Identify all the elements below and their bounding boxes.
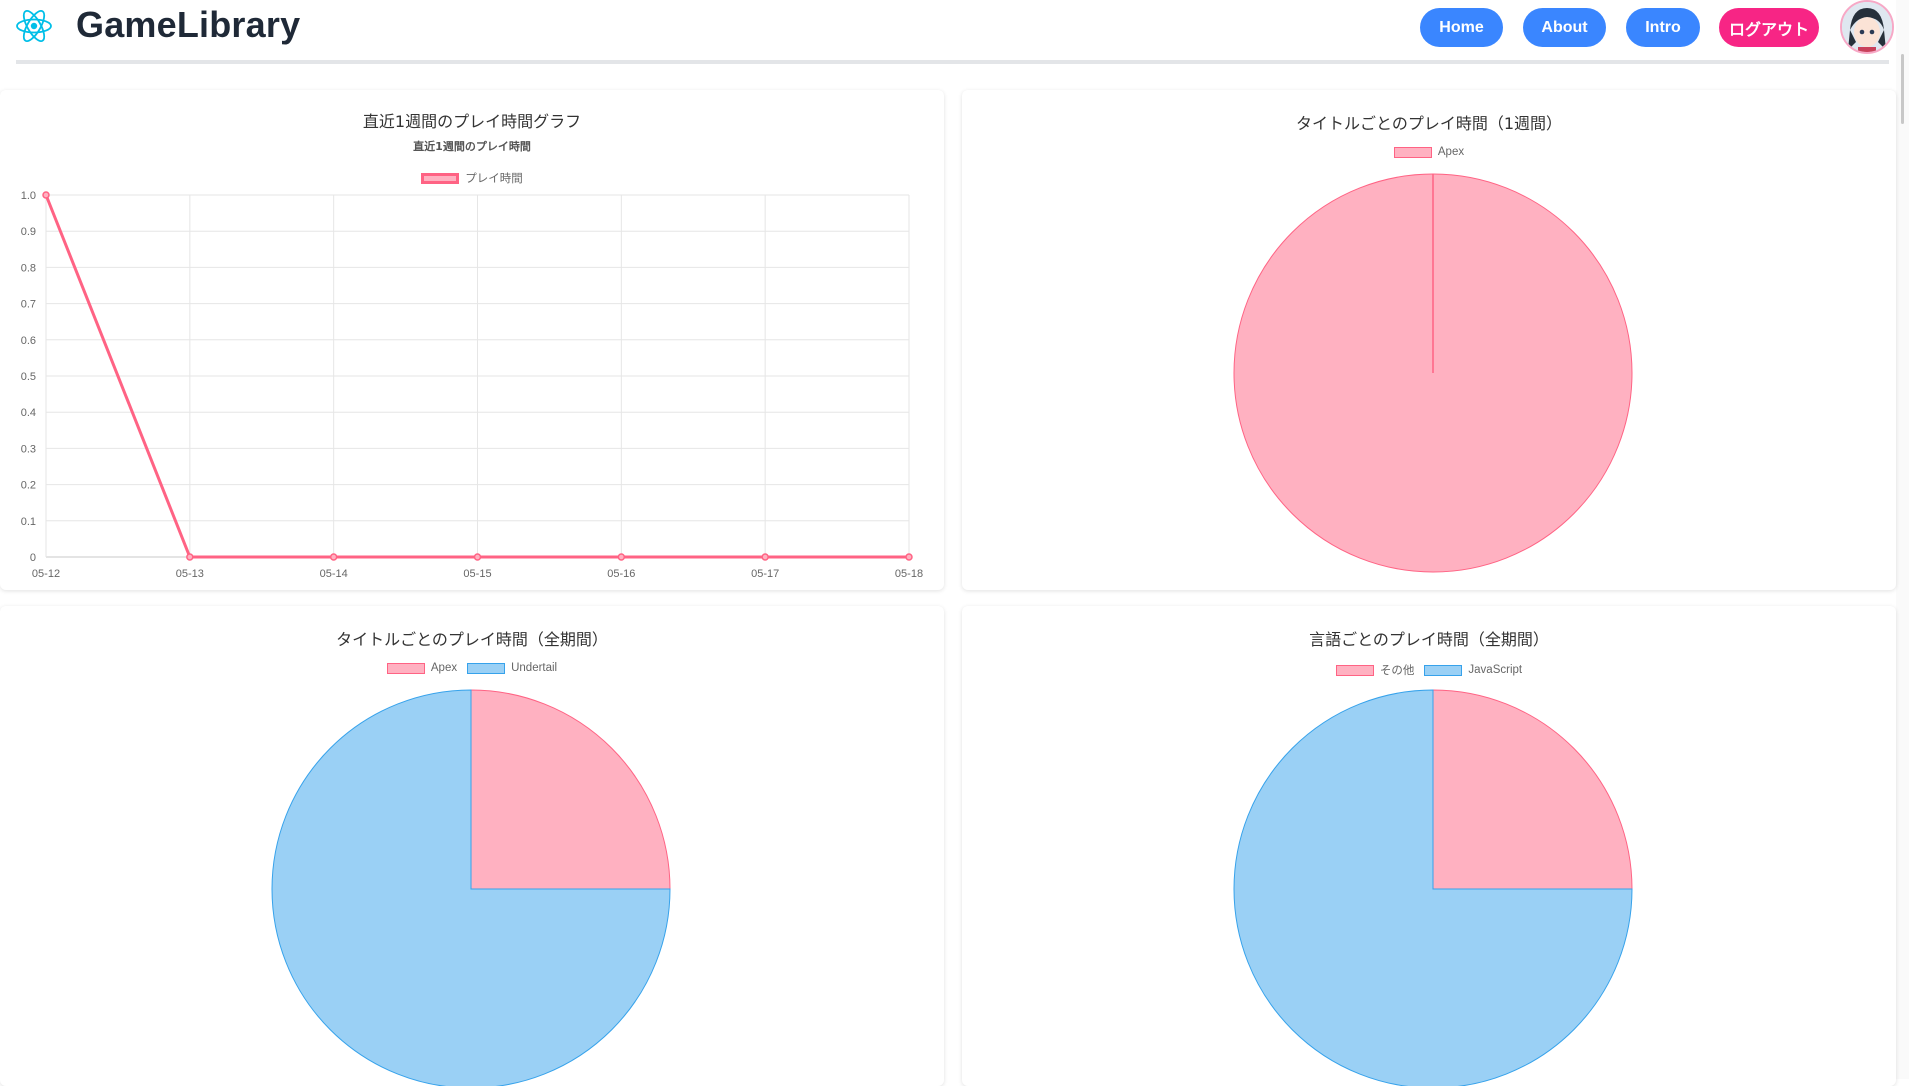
- data-point[interactable]: [186, 553, 194, 561]
- y-tick-label: 0.4: [21, 407, 36, 419]
- nav-about-button[interactable]: About: [1523, 8, 1606, 47]
- data-point[interactable]: [42, 191, 50, 199]
- title-week-card: タイトルごとのプレイ時間（1週間） Apex: [962, 90, 1896, 590]
- y-tick-label: 0.5: [21, 371, 36, 383]
- lang-all-card: 言語ごとのプレイ時間（全期間） その他 JavaScript: [962, 606, 1896, 1086]
- y-tick-label: 0: [30, 552, 36, 564]
- x-tick-label: 05-12: [32, 568, 60, 580]
- pie-slice[interactable]: [470, 689, 671, 890]
- x-tick-label: 05-15: [463, 568, 491, 580]
- weekly-playtime-card: 直近1週間のプレイ時間グラフ 直近1週間のプレイ時間 プレイ時間 0 0.1 0.2…: [0, 90, 944, 590]
- scrollbar-thumb[interactable]: [1901, 54, 1904, 124]
- data-point[interactable]: [905, 553, 913, 561]
- brand-title[interactable]: GameLibrary: [76, 4, 300, 46]
- data-point[interactable]: [329, 553, 338, 561]
- user-avatar[interactable]: [1840, 0, 1894, 54]
- x-tick-label: 05-14: [320, 568, 348, 580]
- data-point[interactable]: [761, 553, 769, 561]
- y-tick-label: 0.9: [21, 226, 36, 238]
- x-tick-label: 05-13: [176, 568, 204, 580]
- weekly-line-chart: 0 0.1 0.2 0.3 0.4 0.5 0.6 0.7 0.8 0.9 1.0 05-12 05-…: [21, 190, 923, 580]
- y-tick-label: 1.0: [21, 190, 36, 202]
- title-all-pie-chart: [271, 689, 671, 1086]
- y-tick-label: 0.6: [21, 335, 36, 347]
- pie-slice[interactable]: [1432, 689, 1633, 890]
- y-tick-label: 0.2: [21, 480, 36, 492]
- scrollbar[interactable]: [1896, 0, 1909, 1079]
- y-tick-label: 0.8: [21, 262, 36, 274]
- x-tick-label: 05-17: [751, 568, 779, 580]
- y-tick-label: 0.1: [21, 516, 36, 528]
- avatar-image: [1842, 2, 1892, 52]
- top-navbar: GameLibrary Home About Intro ログアウト: [0, 0, 1909, 64]
- nav-home-button[interactable]: Home: [1420, 8, 1503, 47]
- x-tick-label: 05-18: [895, 568, 923, 580]
- title-week-pie-chart: [1233, 173, 1633, 573]
- data-point[interactable]: [617, 553, 626, 561]
- lang-all-pie-chart: [1233, 689, 1633, 1086]
- data-point[interactable]: [473, 553, 482, 561]
- nav-intro-button[interactable]: Intro: [1626, 8, 1700, 47]
- x-tick-label: 05-16: [607, 568, 635, 580]
- y-tick-label: 0.7: [21, 299, 36, 311]
- logout-button[interactable]: ログアウト: [1719, 8, 1819, 47]
- react-atom-icon[interactable]: [14, 6, 54, 46]
- title-all-card: タイトルごとのプレイ時間（全期間） Apex Undertail: [0, 606, 944, 1086]
- y-tick-label: 0.3: [21, 443, 36, 455]
- header-divider: [16, 60, 1889, 64]
